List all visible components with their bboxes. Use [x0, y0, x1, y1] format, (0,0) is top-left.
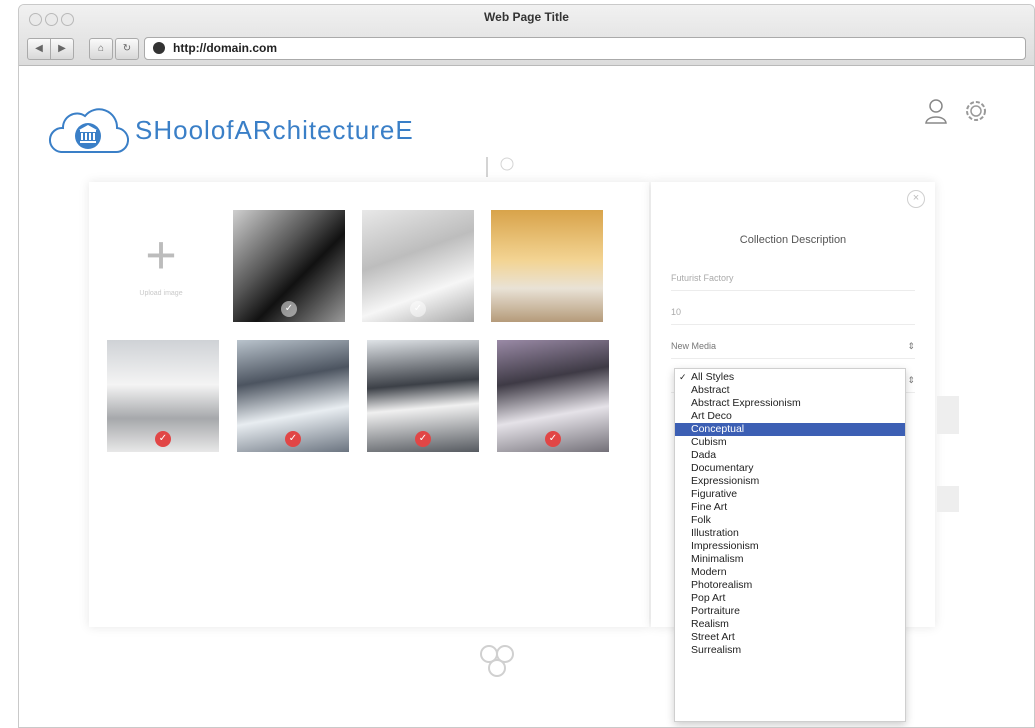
style-option[interactable]: Cubism	[675, 436, 905, 449]
style-option[interactable]: Abstract	[675, 384, 905, 397]
home-icon: ⌂	[97, 43, 105, 54]
back-button[interactable]: ◀	[27, 38, 51, 60]
medium-select[interactable]: New Media ⇕	[671, 334, 915, 359]
check-icon[interactable]: ✓	[415, 431, 431, 447]
style-option[interactable]: Pop Art	[675, 592, 905, 605]
forward-arrow-icon: ▶	[58, 43, 66, 54]
style-option[interactable]: Realism	[675, 618, 905, 631]
close-icon[interactable]: ×	[907, 190, 925, 208]
style-option[interactable]: Expressionism	[675, 475, 905, 488]
ornament-icon	[486, 157, 514, 177]
image-thumbnail[interactable]: ✓	[497, 340, 609, 452]
select-arrows-icon: ⇕	[907, 341, 915, 351]
style-option[interactable]: All Styles	[675, 371, 905, 384]
style-option[interactable]: Documentary	[675, 462, 905, 475]
style-option[interactable]: Conceptual	[675, 423, 905, 436]
image-thumbnail[interactable]	[491, 210, 603, 322]
style-option[interactable]: Figurative	[675, 488, 905, 501]
select-arrows-icon: ⇕	[907, 375, 915, 385]
back-arrow-icon: ◀	[35, 43, 43, 54]
page-content: SHoolofARchitectureE + Upload image ✓ ✓ …	[19, 66, 1034, 727]
background-thumbnail	[937, 486, 959, 512]
style-option[interactable]: Art Deco	[675, 410, 905, 423]
check-icon[interactable]: ✓	[545, 431, 561, 447]
add-image-button[interactable]: + Upload image	[107, 210, 215, 320]
style-option[interactable]: Dada	[675, 449, 905, 462]
forward-button[interactable]: ▶	[50, 38, 74, 60]
image-thumbnail[interactable]: ✓	[107, 340, 219, 452]
check-icon[interactable]: ✓	[410, 301, 426, 317]
collection-name-field[interactable]: Futurist Factory	[671, 266, 915, 291]
plus-icon: +	[145, 225, 177, 285]
background-thumbnail	[937, 396, 959, 434]
check-icon[interactable]: ✓	[155, 431, 171, 447]
style-option[interactable]: Photorealism	[675, 579, 905, 592]
style-option[interactable]: Street Art	[675, 631, 905, 644]
collection-count-field[interactable]: 10	[671, 300, 915, 325]
logo-text: SHoolofARchitectureE	[135, 114, 414, 145]
style-option[interactable]: Modern	[675, 566, 905, 579]
gear-icon[interactable]	[963, 98, 989, 124]
style-option[interactable]: Fine Art	[675, 501, 905, 514]
style-option[interactable]: Illustration	[675, 527, 905, 540]
url-text: http://domain.com	[173, 41, 277, 55]
add-image-label: Upload image	[139, 290, 183, 297]
style-option[interactable]: Surrealism	[675, 644, 905, 657]
check-icon[interactable]: ✓	[285, 431, 301, 447]
ornament-icon	[480, 645, 514, 677]
style-option[interactable]: Minimalism	[675, 553, 905, 566]
medium-select-value: New Media	[671, 341, 717, 351]
home-button[interactable]: ⌂	[89, 38, 113, 60]
user-icon[interactable]	[925, 98, 947, 124]
site-logo[interactable]: SHoolofARchitectureE	[47, 104, 414, 156]
window-title: Web Page Title	[484, 10, 569, 24]
title-bar: Web Page Title ◀ ▶ ⌂ ↻ http://domain.com	[19, 5, 1034, 66]
panel-title: Collection Description	[739, 234, 847, 246]
style-option[interactable]: Portraiture	[675, 605, 905, 618]
refresh-icon: ↻	[122, 43, 132, 54]
image-thumbnail[interactable]: ✓	[233, 210, 345, 322]
style-option[interactable]: Impressionism	[675, 540, 905, 553]
browser-window: Web Page Title ◀ ▶ ⌂ ↻ http://domain.com…	[18, 4, 1035, 728]
refresh-button[interactable]: ↻	[115, 38, 139, 60]
style-dropdown-menu[interactable]: All StylesAbstractAbstract Expressionism…	[674, 368, 906, 722]
address-bar[interactable]: http://domain.com	[144, 37, 1026, 60]
image-thumbnail[interactable]: ✓	[362, 210, 474, 322]
check-icon[interactable]: ✓	[281, 301, 297, 317]
cloud-library-icon	[49, 108, 129, 154]
style-option[interactable]: Abstract Expressionism	[675, 397, 905, 410]
image-thumbnail[interactable]: ✓	[367, 340, 479, 452]
collection-grid: + Upload image ✓ ✓ ✓ ✓ ✓ ✓	[89, 182, 649, 627]
style-option[interactable]: Folk	[675, 514, 905, 527]
image-thumbnail[interactable]: ✓	[237, 340, 349, 452]
globe-icon	[153, 42, 165, 54]
